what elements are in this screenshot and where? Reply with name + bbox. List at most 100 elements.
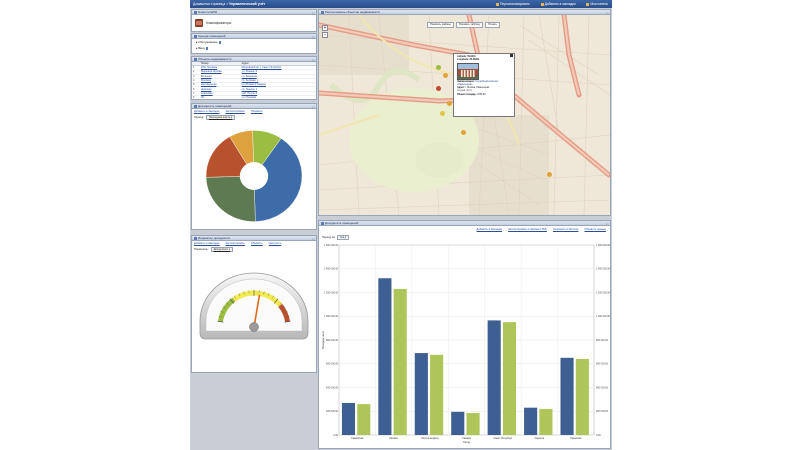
panel-controls[interactable]: ▫▫ [312,105,315,109]
row-name[interactable]: Ял [200,95,241,99]
info-row-label: Ввод [198,46,205,50]
y-tick-label: 600 000,00 [326,363,339,366]
info-row[interactable]: ▸ Ввод [192,45,316,51]
gauge-settings-link[interactable]: Настроить [269,242,282,245]
map-marker[interactable] [547,172,552,177]
bar[interactable] [539,408,553,435]
chart-save-link[interactable]: Сохранить в Экспорт [553,228,578,231]
my-panel-link[interactable]: Моя панель [586,2,608,6]
panel-title: Аренда помещений [198,34,226,38]
map-panel: Расположение объектов недвижимости ▫▫ + … [318,9,611,216]
bar[interactable] [451,411,465,435]
bar-chart: 0,00 0,00 200 000,00 200 000,00 400 000,00 40… [321,244,610,444]
personalize-label: Персонализировать [500,2,530,6]
personalize-icon [496,2,500,6]
property-table: Номер Адрес 1 КНС Пушкина Московский пр-т,… [192,62,316,99]
x-tick-label: Самарская [351,437,364,440]
pie-bookmark-link[interactable]: Добавить в Закладки [194,110,220,113]
map-marker[interactable] [436,86,441,91]
panel-title: Индикатор доходности [198,236,230,240]
chart-export-pdf-link[interactable]: Экспортировать в формате PDF [508,228,547,231]
map-view[interactable]: + − Показать районы Показать таблицу Печ… [319,15,610,215]
row-address[interactable]: ул. Пушкина [240,95,316,99]
panel-header: Доходность помещений ▫▫ [192,104,316,109]
pie-export-link[interactable]: Экспортировать [226,110,245,113]
panel-controls[interactable]: ▫▫ [312,11,315,15]
gauge-bookmark-link[interactable]: Добавить в Закладки [194,242,220,245]
y-tick-label: 1 600 000,00 [324,244,339,247]
info-icon [205,47,209,50]
bookmark-icon [540,2,544,6]
gauge-metric-select[interactable]: Доход всего ▾ [210,247,234,252]
panel-header: Аренда помещений ▫▫ [192,34,316,39]
bar[interactable] [378,278,392,435]
gauge-export-link[interactable]: Экспортировать [226,242,245,245]
panel-icon [320,222,324,225]
gauge-refresh-link[interactable]: Обновить [251,242,263,245]
zoom-in-button[interactable]: + [322,25,328,31]
bookmark-link[interactable]: Добавить в закладки [540,2,576,6]
dashboard-app: Домашняя страница > Управленческий учёт … [190,0,612,450]
map-popup: Latitude: 59.9091 Longitude: 30.34902 На… [453,53,515,117]
panel-icon [193,237,197,240]
map-marker[interactable] [447,101,452,106]
personalize-link[interactable]: Персонализировать [496,2,530,6]
classifier-icon[interactable] [195,19,203,27]
map-marker[interactable] [461,130,466,135]
donut-chart [205,130,303,222]
panel-controls[interactable]: ▫▫ [312,35,315,39]
show-districts-button[interactable]: Показать районы [427,22,454,28]
y-tick-label-right: 1 200 000,00 [596,291,610,294]
pie-period-select[interactable]: Последние шесть ▾ [205,115,236,120]
property-list-panel: Объекты недвижимости ▫▫ Номер Адрес 1 КНС … [191,56,317,100]
breadcrumb-home[interactable]: Домашняя страница [193,2,225,6]
top-bar: Домашняя страница > Управленческий учёт … [190,0,612,8]
y-axis-label: Площадь, кв.м. [321,330,325,349]
bar[interactable] [466,413,480,435]
bar[interactable] [430,354,444,435]
table-row[interactable]: 8 Ял ул. Пушкина [192,95,316,99]
y-tick-label-right: 1 000 000,00 [596,315,610,318]
y-tick-label: 400 000,00 [326,386,339,389]
map-marker[interactable] [443,73,448,78]
gauge-select-label: Показатель: [194,248,209,251]
panel-header: Новости ЕРШ ▫▫ [192,10,316,15]
chart-refresh-link[interactable]: Обновить данные [584,228,606,231]
classifier-link[interactable]: Классификаторы [206,21,231,25]
panel-title: Доходность помещений [325,221,359,225]
panel-header: Объекты недвижимости ▫▫ [192,57,316,62]
panel-title: Доходность помещений [198,104,232,108]
x-tick-label: Санкт-Петербург [494,437,513,440]
panel-controls[interactable]: ▫▫ [606,222,609,226]
donut-hole [240,162,268,190]
bar[interactable] [560,357,574,435]
y-tick-label: 200 000,00 [326,410,339,413]
bar[interactable] [524,407,538,435]
print-button[interactable]: Печать [485,22,500,28]
info-icon [218,41,221,44]
bar[interactable] [414,353,428,435]
popup-name[interactable]: Служебный комплекс [475,81,498,83]
pie-filter: Период: Последние шесть ▾ [192,114,316,121]
panel-controls[interactable]: ▫▫ [606,11,609,15]
map-marker[interactable] [436,65,441,70]
bar[interactable] [575,359,589,435]
x-tick-label: Ростов-на-Дону [421,437,439,440]
y-tick-label: 800 000,00 [326,339,339,342]
panel-icon [193,35,197,38]
panel-controls[interactable]: ▫▫ [312,237,315,241]
gauge [199,272,309,340]
bar[interactable] [357,404,371,435]
chart-bookmark-link[interactable]: Добавить в Закладки [477,228,503,231]
bar[interactable] [393,288,407,435]
bar[interactable] [487,320,501,435]
bar[interactable] [502,322,517,435]
panel-controls[interactable]: ▫▫ [312,58,315,62]
top-links: Персонализировать Добавить в закладки Мо… [486,1,608,7]
popup-close-icon[interactable] [510,54,513,57]
zoom-out-button[interactable]: − [322,32,328,38]
map-marker[interactable] [440,111,445,116]
show-table-button[interactable]: Показать таблицу [455,22,484,28]
bar[interactable] [341,402,356,435]
pie-refresh-link[interactable]: Обновить [251,110,263,113]
